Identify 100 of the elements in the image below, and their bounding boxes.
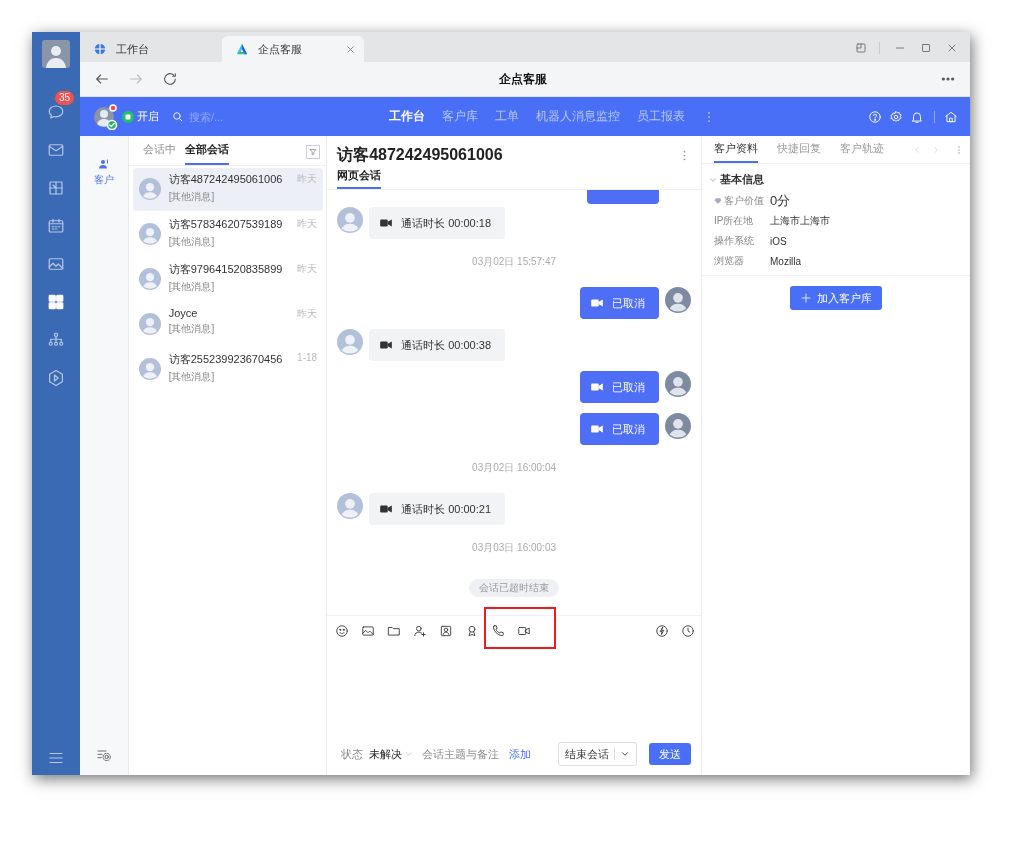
visitor-avatar [337, 207, 364, 233]
bell-icon[interactable] [910, 109, 924, 124]
visitor-avatar [138, 358, 161, 380]
back-icon[interactable] [94, 71, 110, 87]
visitor-avatar [138, 313, 161, 335]
conversation-preview: [其他消息] [168, 235, 216, 249]
customers-icon [97, 158, 110, 170]
call-message: 已取消 [580, 413, 659, 445]
quick-reply-icon[interactable] [655, 624, 669, 638]
message-timestamp: 03月02日 16:00:04 [472, 461, 557, 475]
browser-tab[interactable]: 企点客服 [222, 36, 364, 62]
call-message: 通话时长 00:00:38 [369, 329, 505, 361]
conversation-tab[interactable]: 全部会话 [184, 136, 229, 165]
conversation-name: 访客487242495061006 [168, 172, 284, 187]
visitor-avatar [337, 493, 364, 519]
field-value: Mozilla [770, 255, 802, 267]
page-title: 企点客服 [498, 70, 548, 88]
rail-cube-icon[interactable] [47, 179, 65, 197]
call-message: 已取消 [580, 371, 659, 403]
agent-avatar [665, 413, 691, 439]
rail-mail-icon[interactable] [47, 141, 65, 159]
agent-avatar [665, 371, 691, 397]
conversation-preview: [其他消息] [168, 280, 216, 294]
window-restore-icon[interactable] [855, 42, 867, 54]
panel-tab[interactable]: 客户资料 [714, 136, 758, 163]
close-icon[interactable] [946, 42, 958, 54]
rail-grid-icon[interactable] [47, 293, 65, 311]
phone-icon[interactable] [491, 624, 506, 638]
workspace-logo-icon [94, 43, 106, 55]
field-label: 客户价值 [714, 194, 770, 208]
smile-icon[interactable] [335, 624, 350, 638]
image-icon[interactable] [361, 624, 376, 638]
send-button[interactable]: 发送 [649, 743, 691, 765]
message-bubble [587, 190, 659, 204]
field-label: 浏览器 [714, 254, 745, 268]
video-icon[interactable] [517, 624, 532, 638]
online-status-icon [122, 110, 134, 123]
agent-avatar[interactable] [92, 103, 118, 130]
settings-icon[interactable] [889, 109, 903, 124]
section-toggle[interactable]: 基本信息 [702, 164, 970, 191]
visitor-avatar [138, 178, 161, 200]
rail-hexagon-icon[interactable] [47, 369, 65, 387]
chat-tab[interactable]: 网页会话 [337, 168, 382, 189]
unread-badge: 35 [55, 91, 75, 105]
session-notice: 会话已超时结束 [469, 579, 560, 597]
conversation-time: 1-18 [297, 352, 318, 363]
chevron-down-icon [620, 749, 630, 759]
conversation-preview: [其他消息] [168, 370, 216, 384]
message-timestamp: 03月03日 16:00:03 [472, 541, 557, 555]
add-to-customers-button[interactable]: 加入客户库 [790, 286, 882, 310]
history-icon[interactable] [681, 624, 695, 638]
plus-icon [800, 292, 812, 304]
field-label: 操作系统 [714, 234, 755, 248]
topic-label: 会话主题与备注 [422, 746, 500, 762]
customers-nav-item[interactable]: 客户 [93, 158, 114, 187]
search-field[interactable]: 搜索/... [171, 110, 259, 123]
search-icon [171, 110, 184, 123]
field-label: IP所在地 [714, 214, 755, 228]
call-message: 通话时长 00:00:21 [369, 493, 505, 525]
chat-title: 访客487242495061006 [337, 144, 504, 165]
browser-tab[interactable]: 工作台 [80, 36, 222, 62]
message-timestamp: 03月02日 15:57:47 [472, 255, 557, 269]
rail-org-icon[interactable] [47, 331, 65, 349]
add-link[interactable]: 添加 [509, 746, 532, 762]
rail-chat-icon[interactable] [47, 103, 65, 121]
rail-calendar-icon[interactable] [47, 217, 65, 235]
help-icon[interactable] [868, 109, 882, 124]
call-message: 通话时长 00:00:18 [369, 207, 505, 239]
status-dropdown[interactable]: 未解决 [369, 746, 415, 762]
gem-icon [714, 197, 722, 205]
agent-avatar [665, 287, 691, 313]
end-session-button[interactable]: 结束会话 [558, 742, 637, 766]
folder-icon[interactable] [387, 624, 402, 638]
conversation-item[interactable]: 访客255239923670456 [其他消息] 1-18 [132, 348, 324, 391]
conversation-tab[interactable]: 会话中 [142, 136, 176, 165]
field-value: 上海市上海市 [770, 214, 830, 228]
status-toggle[interactable]: 开启 [122, 109, 159, 124]
chevron-down-icon [404, 749, 415, 759]
field-value: iOS [770, 235, 787, 247]
close-tab-icon[interactable] [345, 43, 356, 55]
user-add-icon[interactable] [413, 624, 428, 638]
visitor-avatar [138, 268, 161, 290]
filter-icon[interactable] [306, 145, 321, 159]
status-label: 状态 [341, 746, 364, 762]
conversation-name: 访客255239923670456 [168, 352, 284, 367]
visitor-avatar [138, 223, 161, 245]
maximize-icon[interactable] [920, 42, 932, 54]
app-logo-icon [236, 43, 248, 55]
call-message: 已取消 [580, 287, 659, 319]
conversation-preview: [其他消息] [168, 322, 216, 336]
contact-icon[interactable] [439, 624, 454, 638]
nav-tab[interactable]: 工作台 [389, 108, 425, 125]
user-avatar[interactable] [42, 40, 70, 68]
visitor-avatar [337, 329, 364, 355]
refresh-icon[interactable] [162, 71, 178, 87]
home-icon[interactable] [944, 109, 958, 124]
conversation-name: Joyce [168, 307, 199, 319]
conversation-name: 访客578346207539189 [168, 217, 284, 232]
list-settings-icon[interactable] [95, 747, 112, 763]
rail-image-icon[interactable] [47, 255, 65, 273]
